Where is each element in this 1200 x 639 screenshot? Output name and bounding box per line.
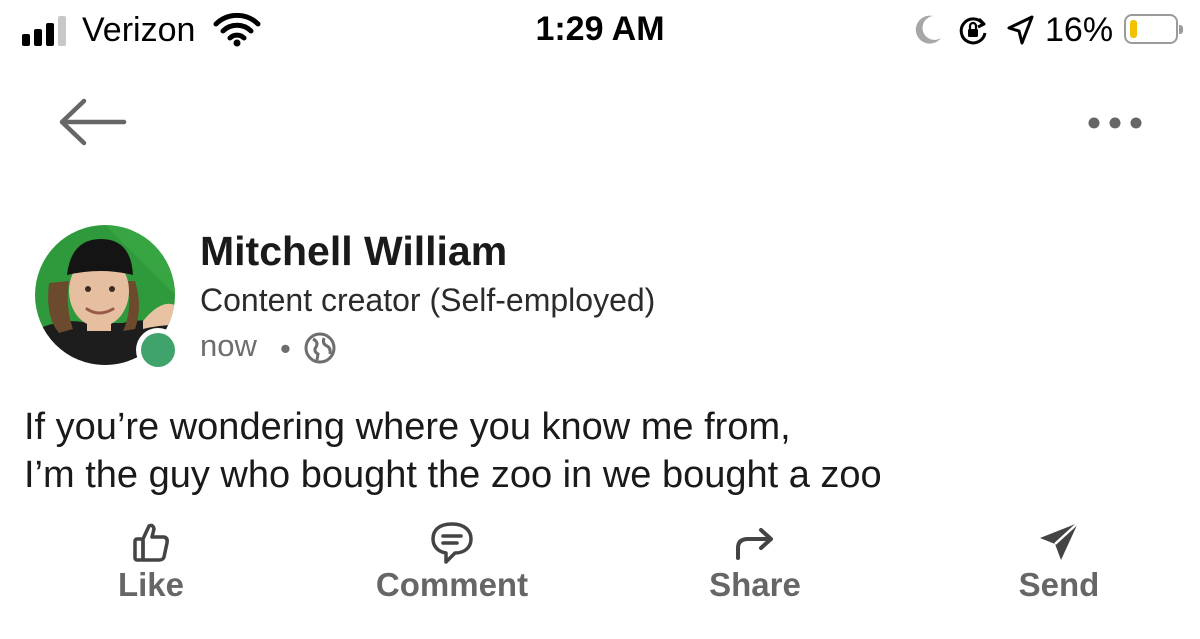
post-meta: now • (200, 328, 336, 366)
meta-separator: • (280, 331, 291, 366)
more-options-button[interactable] (1080, 105, 1150, 141)
globe-icon (304, 332, 336, 372)
share-label: Share (709, 566, 801, 603)
like-label: Like (117, 566, 185, 603)
post-timestamp: now (200, 328, 257, 363)
moon-icon (913, 14, 943, 51)
post-text-line: If you’re wondering where you know me fr… (24, 406, 791, 448)
thumbs-up-icon (51, 520, 251, 568)
online-status-indicator (136, 328, 180, 372)
send-button[interactable]: Send (959, 518, 1159, 618)
battery-icon (1124, 14, 1183, 44)
author-name[interactable]: Mitchell William (200, 228, 507, 275)
comment-label: Comment (375, 566, 529, 603)
location-arrow-icon (1005, 14, 1035, 51)
rotation-lock-icon (957, 15, 989, 52)
post-text-line: I’m the guy who bought the zoo in we bou… (24, 454, 882, 496)
post-detail-screen: Verizon 1:29 AM 16% Mitchell William Con… (0, 0, 1200, 639)
author-headline: Content creator (Self-employed) (200, 282, 656, 318)
status-bar: Verizon 1:29 AM 16% (0, 0, 1200, 64)
share-button[interactable]: Share (655, 518, 855, 618)
send-label: Send (1018, 566, 1100, 603)
more-options-icon (1080, 117, 1150, 145)
battery-percent: 16% (1045, 11, 1114, 49)
send-icon (959, 520, 1159, 568)
back-button[interactable] (52, 92, 130, 152)
comment-icon (352, 520, 552, 568)
post-text: If you’re wondering where you know me fr… (24, 403, 1184, 499)
share-arrow-icon (655, 520, 855, 568)
back-arrow-icon (52, 98, 130, 156)
comment-button[interactable]: Comment (352, 518, 552, 618)
like-button[interactable]: Like (51, 518, 251, 618)
